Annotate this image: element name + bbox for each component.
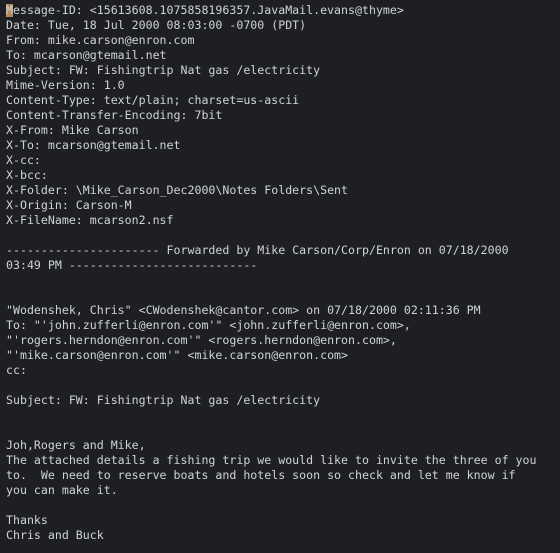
body-line-forward-separator-end: 03:49 PM --------------------------- bbox=[6, 258, 258, 272]
body-line-message-1: The attached details a fishing trip we w… bbox=[6, 453, 537, 467]
body-line-blank bbox=[6, 288, 560, 303]
header-line-to: To: mcarson@gtemail.net bbox=[6, 48, 167, 62]
body-line-signature: Chris and Buck bbox=[6, 528, 104, 542]
header-line-content-type: Content-Type: text/plain; charset=us-asc… bbox=[6, 93, 300, 107]
header-line-x-filename: X-FileName: mcarson2.nsf bbox=[6, 213, 174, 227]
email-text-viewer[interactable]: Message-ID: <15613608.1075858196357.Java… bbox=[0, 0, 560, 553]
body-line-blank bbox=[6, 423, 560, 438]
header-line-mime-version: Mime-Version: 1.0 bbox=[6, 78, 125, 92]
body-line-forward-separator: ---------------------- Forwarded by Mike… bbox=[6, 243, 509, 257]
header-line-date: Date: Tue, 18 Jul 2000 08:03:00 -0700 (P… bbox=[6, 18, 307, 32]
header-line-x-folder: X-Folder: \Mike_Carson_Dec2000\Notes Fol… bbox=[6, 183, 349, 197]
body-line-original-sender: "Wodenshek, Chris" <CWodenshek@cantor.co… bbox=[6, 303, 481, 317]
header-line-x-to: X-To: mcarson@gtemail.net bbox=[6, 138, 181, 152]
body-line-blank bbox=[6, 408, 560, 423]
body-line-greeting: Joh,Rogers and Mike, bbox=[6, 438, 146, 452]
body-line-cc: cc: bbox=[6, 363, 34, 377]
header-line-subject: Subject: FW: Fishingtrip Nat gas /electr… bbox=[6, 63, 321, 77]
header-line-x-bcc: X-bcc: bbox=[6, 168, 55, 182]
body-line-to-2: "'rogers.herndon@enron.com'" <rogers.her… bbox=[6, 333, 397, 347]
body-line-message-3: you can make it. bbox=[6, 483, 118, 497]
header-line-x-from: X-From: Mike Carson bbox=[6, 123, 139, 137]
body-line-blank bbox=[6, 498, 560, 513]
body-line-blank bbox=[6, 378, 560, 393]
body-line-to-1: To: "'john.zufferli@enron.com'" <john.zu… bbox=[6, 318, 411, 332]
body-line-thanks: Thanks bbox=[6, 513, 48, 527]
body-line-message-2: to. We need to reserve boats and hotels … bbox=[6, 468, 516, 482]
body-line-subject: Subject: FW: Fishingtrip Nat gas /electr… bbox=[6, 393, 321, 407]
header-line-x-origin: X-Origin: Carson-M bbox=[6, 198, 132, 212]
header-line-message-id: Message-ID: <15613608.1075858196357.Java… bbox=[6, 3, 404, 17]
body-line-blank bbox=[6, 228, 560, 243]
header-line-transfer-encoding: Content-Transfer-Encoding: 7bit bbox=[6, 108, 223, 122]
body-line-to-3: "'mike.carson@enron.com'" <mike.carson@e… bbox=[6, 348, 349, 362]
header-line-x-cc: X-cc: bbox=[6, 153, 48, 167]
body-line-blank bbox=[6, 273, 560, 288]
header-line-from: From: mike.carson@enron.com bbox=[6, 33, 195, 47]
